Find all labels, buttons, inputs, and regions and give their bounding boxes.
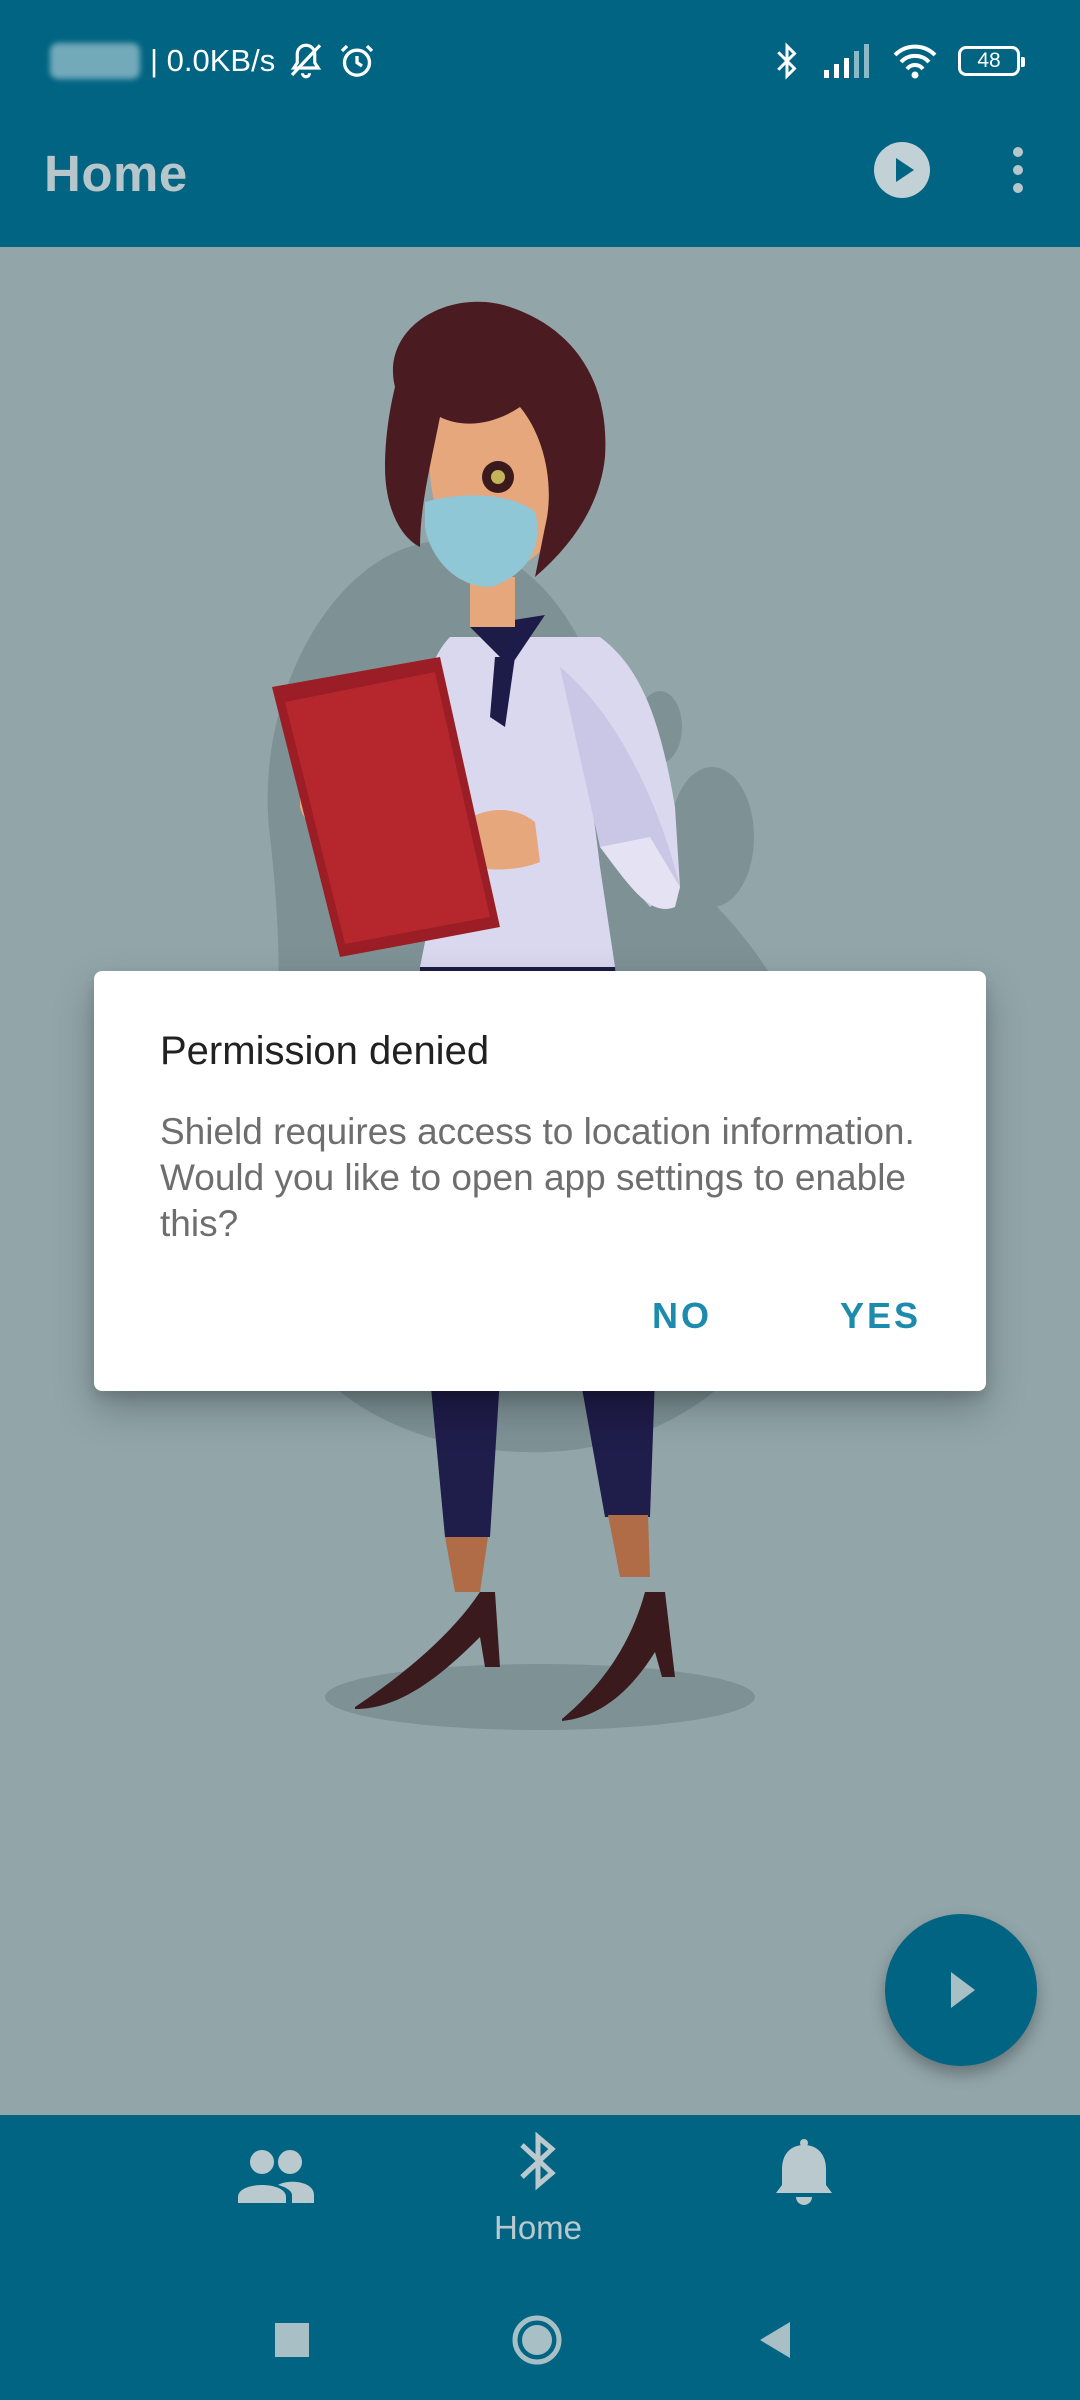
bluetooth-icon xyxy=(520,2131,556,2191)
page-title: Home xyxy=(44,145,188,202)
people-icon xyxy=(238,2150,314,2203)
wifi-icon xyxy=(893,44,937,79)
bell-icon xyxy=(776,2139,832,2205)
nav-label-home: Home xyxy=(493,2209,583,2246)
mute-icon xyxy=(291,43,322,79)
play-icon xyxy=(951,1972,975,2008)
home-circle-icon[interactable] xyxy=(502,2305,572,2375)
system-navigation-bar xyxy=(0,2285,1080,2400)
battery-level: 48 xyxy=(977,49,1001,72)
back-icon[interactable] xyxy=(742,2305,812,2375)
battery-icon: 48 xyxy=(958,46,1025,76)
more-vert-icon[interactable] xyxy=(1000,140,1036,200)
bluetooth-status-icon xyxy=(777,42,797,80)
app-bar: Home xyxy=(0,118,1080,247)
nav-item-home[interactable]: Home xyxy=(438,2115,638,2285)
status-right-group: 48 xyxy=(772,36,1025,86)
bottom-navigation: Home xyxy=(0,2115,1080,2285)
play-circle-button[interactable] xyxy=(874,142,930,198)
permission-dialog: Permission denied Shield requires access… xyxy=(94,971,986,1391)
status-time-blurred xyxy=(50,43,140,79)
yes-button[interactable]: YES xyxy=(830,1289,931,1343)
alarm-icon xyxy=(341,44,374,77)
nav-item-notifications[interactable] xyxy=(704,2115,904,2285)
status-bar: | 0.0KB/s 48 xyxy=(0,0,1080,118)
nav-item-people[interactable] xyxy=(174,2115,374,2285)
play-icon xyxy=(896,158,914,182)
dialog-message: Shield requires access to location infor… xyxy=(160,1111,915,1244)
signal-icon xyxy=(824,44,869,78)
network-speed: | 0.0KB/s xyxy=(150,43,276,78)
play-fab[interactable] xyxy=(885,1914,1037,2066)
dialog-title: Permission denied xyxy=(160,1029,490,1073)
status-left-group: | 0.0KB/s xyxy=(50,36,377,86)
recents-icon[interactable] xyxy=(257,2305,327,2375)
no-button[interactable]: NO xyxy=(642,1289,722,1343)
